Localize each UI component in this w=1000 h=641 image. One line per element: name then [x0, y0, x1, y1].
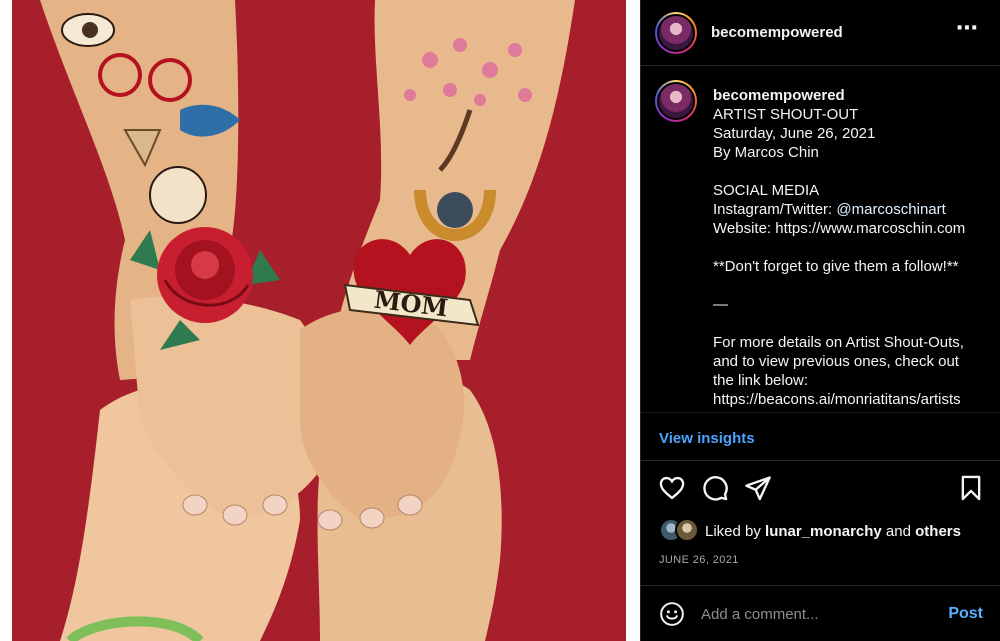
post-header: becomempowered ⋯: [641, 0, 1000, 66]
avatar[interactable]: [655, 12, 697, 54]
send-icon[interactable]: [744, 474, 772, 502]
liker-avatar: [675, 518, 699, 542]
likes-others-link[interactable]: others: [915, 523, 961, 540]
liked-by-text: Liked by lunar_monarchy and others: [705, 523, 961, 540]
caption-body: becomempowered ARTIST SHOUT-OUT Saturday…: [713, 86, 993, 409]
comment-icon[interactable]: [701, 474, 729, 502]
post-date: JUNE 26, 2021: [659, 554, 739, 566]
caption-line: By Marcos Chin: [713, 144, 819, 161]
caption-line: [713, 162, 993, 181]
bookmark-icon[interactable]: [957, 474, 985, 502]
caption-line: —: [713, 296, 728, 313]
post-image[interactable]: MOM: [0, 0, 640, 641]
caption: becomempowered ARTIST SHOUT-OUT Saturday…: [641, 66, 1000, 412]
caption-line: Website: https://www.marcoschin.com: [713, 220, 966, 237]
avatar-image: [657, 14, 695, 52]
caption-line: SOCIAL MEDIA: [713, 182, 820, 199]
liker-username[interactable]: lunar_monarchy: [765, 523, 882, 540]
post-details-panel: becomempowered ⋯ becomempowered ARTIST S…: [640, 0, 1000, 641]
caption-line: [713, 276, 993, 295]
avatar-image: [657, 82, 695, 120]
tattooed-arms-illustration: MOM: [40, 0, 575, 641]
caption-line: Saturday, June 26, 2021: [713, 125, 876, 142]
emoji-icon[interactable]: [659, 601, 685, 627]
post-comment-button[interactable]: Post: [948, 605, 983, 623]
caption-line: [713, 314, 993, 333]
likes-summary: Liked by lunar_monarchy and others: [659, 516, 989, 548]
comment-bar: Post: [641, 585, 1000, 641]
caption-line-prefix: Instagram/Twitter:: [713, 201, 837, 218]
view-insights-link[interactable]: View insights: [659, 430, 755, 447]
insights-bar: View insights: [641, 412, 1000, 461]
caption-line: and to view previous ones, check out: [713, 353, 959, 370]
caption-line: [713, 238, 993, 257]
action-bar: [641, 466, 1000, 510]
mention-link[interactable]: @marcoschinart: [836, 201, 945, 218]
caption-line: ARTIST SHOUT-OUT: [713, 106, 859, 123]
caption-line: For more details on Artist Shout-Outs,: [713, 334, 964, 351]
caption-line: **Don't forget to give them a follow!**: [713, 258, 959, 275]
header-username[interactable]: becomempowered: [711, 24, 843, 41]
comment-input[interactable]: [701, 603, 921, 625]
caption-line-social: Instagram/Twitter: @marcoschinart: [713, 200, 993, 219]
caption-link[interactable]: https://beacons.ai/monriatitans/artists: [713, 390, 993, 409]
liker-avatars[interactable]: [659, 518, 703, 544]
heart-icon[interactable]: [658, 474, 686, 502]
caption-line: the link below:: [713, 372, 809, 389]
liked-by-prefix: Liked by: [705, 523, 766, 540]
more-options-icon[interactable]: ⋯: [956, 17, 979, 39]
caption-avatar[interactable]: [655, 80, 697, 122]
caption-username[interactable]: becomempowered: [713, 86, 993, 105]
liked-by-and: and: [881, 523, 916, 540]
